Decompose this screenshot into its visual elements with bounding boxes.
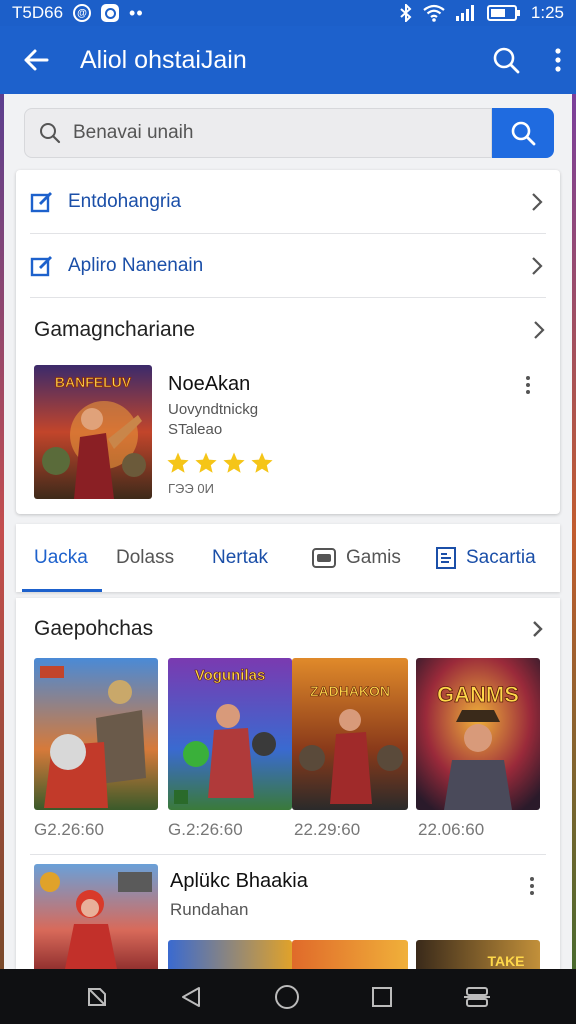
tile-price: 22.29:60 [294,820,361,839]
search-submit-button[interactable] [492,108,554,158]
chevron-right-icon [533,621,543,637]
game-tile[interactable] [34,658,158,810]
status-bar: T5D66 @ •• 1:25 [0,0,576,26]
home-nav-icon[interactable] [274,984,300,1010]
menu-row-1-label: Entdohangria [68,190,182,212]
grid-title: Gaepohchas [34,617,154,640]
signal-icon [455,5,474,21]
chevron-right-icon [532,256,543,275]
star-icon [251,452,273,473]
tile-price: G2.26:60 [34,820,104,839]
tab-dolass[interactable]: Dolass [116,524,174,592]
tab-label: Dolass [116,547,175,568]
featured-detail: STaleao [168,421,223,438]
menu-row-1[interactable]: Entdohangria [30,170,546,234]
status-carrier-text: T5D66 [12,3,64,22]
tile-cover-text: ZADHAKON [310,683,390,699]
mini-tile[interactable]: TAKE [416,940,540,969]
tile-price: 22.06:60 [418,820,485,839]
back-nav-icon[interactable] [179,985,203,1009]
tab-label: Sacartia [466,547,536,568]
edit-icon [30,191,52,212]
system-nav-bar [0,969,576,1024]
battery-icon [486,5,520,21]
mini-tile[interactable] [292,940,408,969]
search-placeholder: Benavai unaih [73,122,194,143]
menu-row-2-label: Apliro Nanenain [68,254,204,276]
featured-cover-text: BANFELUV [55,374,132,390]
notification-shade-icon[interactable] [86,986,108,1008]
active-tab-indicator [22,589,102,592]
promo-title: Aplükc Bhaakia [170,870,308,892]
app-bar: Aliol ohstaiJain [0,26,576,94]
game-tile[interactable]: Vogunilas [168,658,292,810]
game-tile[interactable]: ZADHAKON [292,658,408,810]
featured-subtitle: Uovyndtnickg [168,401,259,418]
wifi-icon [423,4,445,22]
mini-tile[interactable] [168,940,292,969]
featured-cover-image: BANFELUV [34,365,152,499]
search-icon[interactable] [492,46,520,74]
rating-stars [166,451,274,475]
tile-price: G.2:26:60 [168,820,243,839]
star-icon [167,452,189,473]
status-time: 1:25 [530,3,564,22]
tab-nertak[interactable]: Nertak [212,524,268,592]
options-card: Entdohangria Apliro Nanenain Gamagnchari… [16,170,560,514]
featured-meta: ГЭЭ 0И [168,481,214,496]
games-grid-card: Gaepohchas Vogunilas ZADHAKON GANMS G2.2… [16,598,560,969]
star-icon [195,452,217,473]
chevron-right-icon [534,321,545,339]
edit-icon [30,255,52,276]
mini-tile-text: TAKE [487,953,524,969]
page-title: Aliol ohstaiJain [80,45,247,74]
tab-gamis[interactable]: Gamis [312,524,401,592]
split-screen-icon[interactable] [464,986,491,1008]
tab-sacartia[interactable]: Sacartia [436,524,536,592]
menu-row-2[interactable]: Apliro Nanenain [30,234,546,298]
tab-label: Uacka [34,547,88,568]
section-header[interactable]: Gamagnchariane [34,298,546,362]
search-field-icon [40,123,61,144]
tab-label: Gamis [346,547,401,568]
featured-more-icon[interactable] [518,373,538,397]
divider [30,854,546,855]
overflow-menu-icon[interactable] [554,47,562,73]
featured-game[interactable]: BANFELUV NoeAkan Uovyndtnickg STaleao ГЭ… [34,365,546,505]
recents-nav-icon[interactable] [371,986,393,1008]
tile-cover-text: GANMS [437,682,519,707]
search-button-icon [511,121,536,146]
promo-subtitle: Rundahan [170,900,249,919]
promo-more-icon[interactable] [522,874,542,898]
search-bar: Benavai unaih [24,108,554,158]
game-tile[interactable]: GANMS [416,658,540,810]
bluetooth-icon [400,4,412,22]
chevron-right-icon [532,192,543,211]
tile-cover-text: Vogunilas [195,667,266,684]
featured-name: NoeAkan [168,373,251,395]
grid-header[interactable]: Gaepohchas [34,612,544,646]
gamepad-icon [312,548,336,568]
tab-label: Nertak [212,547,268,568]
tab-uacka[interactable]: Uacka [34,524,88,592]
section-title: Gamagnchariane [34,318,196,341]
back-arrow-icon[interactable] [22,46,50,74]
document-icon [436,547,456,569]
more-notifications-icon: •• [129,2,144,23]
search-input[interactable]: Benavai unaih [24,108,492,158]
tab-bar: Uacka Dolass Nertak Gamis Sacartia [16,524,560,592]
app-notification-icon [101,4,120,22]
star-icon [223,452,245,473]
notification-icon: @ [73,4,92,22]
promo-cover-image[interactable] [34,864,158,969]
